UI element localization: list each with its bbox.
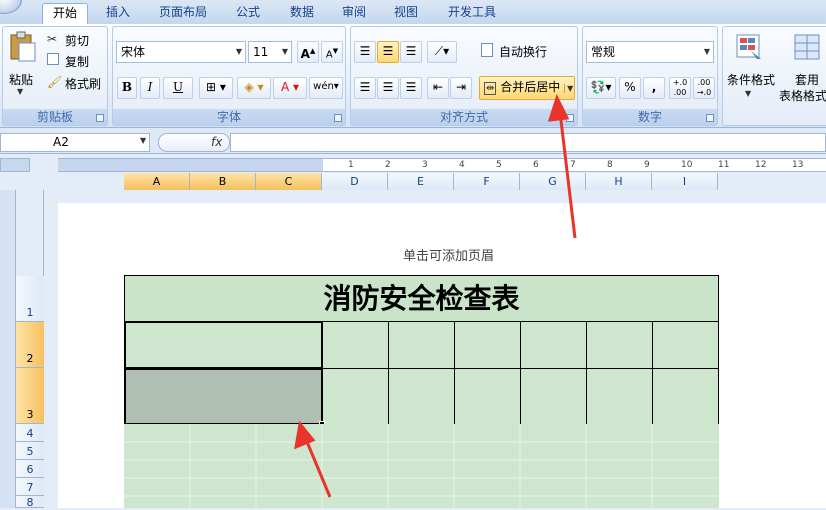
arrow-to-selected-cell — [294, 420, 332, 498]
annotation-arrows — [294, 94, 577, 498]
arrow-to-merge-button — [547, 94, 577, 239]
